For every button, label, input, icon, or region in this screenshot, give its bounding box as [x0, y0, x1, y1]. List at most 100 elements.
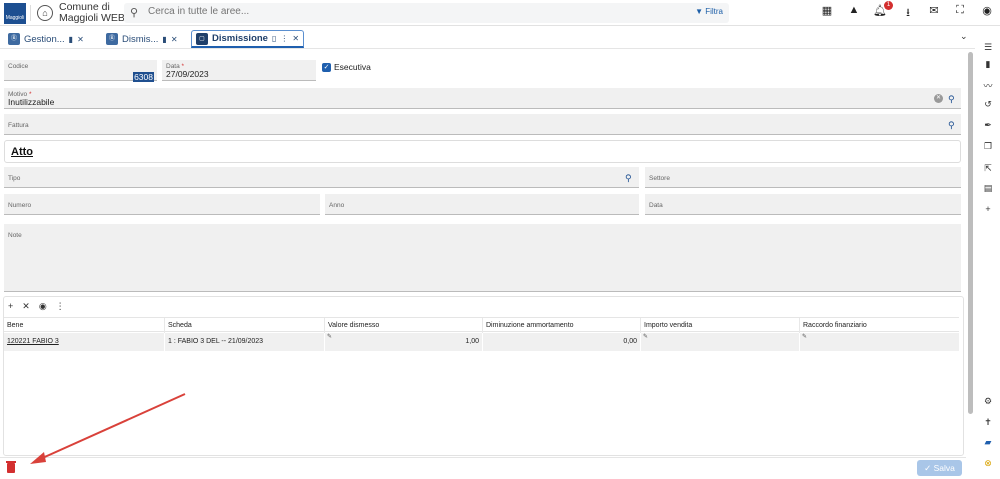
maggioli-logo[interactable]: Maggioli: [4, 3, 26, 24]
edit-icon: ✎: [327, 334, 333, 340]
tab-gestione[interactable]: Ⓑ Gestion... ▮ ✕: [4, 30, 88, 48]
grid-header: Bene Scheda Valore dismesso Diminuzione …: [4, 317, 959, 333]
column-header[interactable]: Bene: [4, 318, 164, 333]
search-input[interactable]: [148, 6, 648, 17]
more-icon[interactable]: ⋮: [56, 301, 65, 312]
eye-icon[interactable]: ◉: [39, 301, 47, 312]
help-icon[interactable]: ⊗: [981, 458, 995, 469]
trash-icon[interactable]: [6, 461, 16, 473]
valore-value: 1,00: [465, 338, 479, 345]
right-toolbar: ☰ ▮ 〰 ↺ ✒ ❐ ⇱ ▤ + ⚙ ✝ ▰ ⊗: [976, 28, 1000, 479]
bene-cell[interactable]: 120221 FABIO 3: [4, 333, 164, 351]
codice-label: Codice: [8, 63, 29, 70]
column-header[interactable]: Importo vendita: [640, 318, 799, 333]
numero-field[interactable]: Numero: [4, 194, 320, 215]
valore-cell[interactable]: ✎ 1,00: [324, 333, 482, 351]
list-icon[interactable]: ☰: [981, 42, 995, 53]
bene-link[interactable]: 120221 FABIO 3: [7, 338, 59, 345]
document-icon[interactable]: ▤: [981, 183, 995, 194]
grid-toolbar: + ✕ ◉ ⋮: [8, 301, 65, 312]
data-atto-field[interactable]: Data: [645, 194, 961, 215]
data-field[interactable]: Data * 27/09/2023: [162, 60, 316, 81]
column-header[interactable]: Diminuzione ammortamento: [482, 318, 640, 333]
column-header[interactable]: Raccordo finanziario: [799, 318, 959, 333]
divider: [30, 5, 31, 21]
app-icon: Ⓑ: [106, 33, 118, 45]
user-icon[interactable]: ◉: [980, 4, 994, 17]
chat-icon[interactable]: ▰: [981, 437, 995, 448]
search-icon[interactable]: ⚲: [948, 94, 955, 105]
add-icon[interactable]: +: [981, 204, 995, 214]
top-bar: Maggioli ⌂ Comune di Maggioli WEB ⚲ ▼ Fi…: [0, 0, 1000, 26]
grid-icon[interactable]: ▦: [820, 4, 834, 17]
table-row[interactable]: 120221 FABIO 3 1 : FABIO 3 DEL -- 21/09/…: [4, 333, 959, 351]
column-header[interactable]: Scheda: [164, 318, 324, 333]
add-icon[interactable]: +: [8, 301, 13, 312]
accessibility-icon[interactable]: ✝: [981, 417, 995, 428]
esecutiva-label: Esecutiva: [334, 62, 371, 72]
global-search[interactable]: ⚲ ▼ Filtra: [124, 3, 729, 23]
search-icon[interactable]: ⚲: [948, 120, 955, 131]
delete-row-icon[interactable]: ✕: [22, 301, 30, 312]
esecutiva-checkbox[interactable]: ✓: [322, 63, 331, 72]
tool-icon[interactable]: ✒: [981, 120, 995, 131]
notification-badge: 1: [884, 1, 893, 10]
column-header[interactable]: Valore dismesso: [324, 318, 482, 333]
motivo-value[interactable]: Inutilizzabile: [8, 97, 54, 107]
tab-label: Dismissione: [212, 33, 268, 44]
chevron-down-icon[interactable]: ⌄: [960, 31, 968, 42]
close-icon[interactable]: ✕: [77, 35, 84, 44]
bookmark-icon[interactable]: ▮: [162, 35, 166, 44]
city-hall-icon: ⌂: [37, 5, 53, 21]
app-icon: Ⓑ: [8, 33, 20, 45]
fattura-label: Fattura: [8, 122, 29, 129]
book-icon[interactable]: ▮: [981, 59, 995, 70]
note-label: Note: [8, 232, 22, 239]
gear-icon[interactable]: ⚙: [981, 396, 995, 407]
fullscreen-icon[interactable]: ⛶: [953, 4, 967, 17]
edit-icon: ✎: [802, 334, 808, 340]
search-icon: ⚲: [130, 7, 139, 19]
export-icon[interactable]: ⇱: [981, 163, 995, 174]
edit-icon: ✎: [643, 334, 649, 340]
close-icon[interactable]: ✕: [171, 35, 178, 44]
diminuzione-cell[interactable]: 0,00: [482, 333, 640, 351]
settore-field[interactable]: Settore: [645, 167, 961, 188]
motivo-field[interactable]: Motivo * Inutilizzabile ✕ ⚲: [4, 88, 961, 109]
data-atto-label: Data: [649, 202, 663, 209]
atto-title: Atto: [11, 146, 33, 158]
data-value[interactable]: 27/09/2023: [166, 69, 209, 79]
codice-value[interactable]: 6308: [133, 72, 154, 82]
fattura-field[interactable]: Fattura ⚲: [4, 114, 961, 135]
filter-button[interactable]: ▼ Filtra: [695, 7, 723, 16]
anno-field[interactable]: Anno: [325, 194, 639, 215]
settore-label: Settore: [649, 175, 670, 182]
tipo-field[interactable]: Tipo ⚲: [4, 167, 639, 188]
tab-dismis[interactable]: Ⓑ Dismis... ▮ ✕: [102, 30, 182, 48]
copy-icon[interactable]: ❐: [981, 141, 995, 152]
footer-bar: [0, 457, 966, 479]
numero-label: Numero: [8, 202, 32, 209]
raccordo-cell[interactable]: ✎: [799, 333, 959, 351]
bookmark-icon[interactable]: ▮: [69, 35, 73, 44]
save-label: Salva: [933, 463, 955, 473]
importo-cell[interactable]: ✎: [640, 333, 799, 351]
bookmark-icon[interactable]: ▯: [272, 34, 276, 43]
more-icon[interactable]: ⋮: [280, 34, 288, 43]
note-textarea[interactable]: Note: [4, 224, 961, 292]
tab-dismissione[interactable]: ▢ Dismissione ▯ ⋮ ✕: [191, 30, 305, 48]
history-icon[interactable]: ↺: [981, 99, 995, 110]
chart-line-icon[interactable]: 〰: [981, 79, 995, 92]
search-icon[interactable]: ⚲: [625, 173, 632, 184]
window-icon: ▢: [196, 32, 208, 45]
filter-label: Filtra: [705, 7, 723, 16]
clear-icon[interactable]: ✕: [934, 94, 943, 103]
warning-icon[interactable]: ▲: [847, 4, 861, 16]
scrollbar[interactable]: [968, 52, 973, 414]
codice-field[interactable]: Codice 6308: [4, 60, 157, 82]
scheda-cell[interactable]: 1 : FABIO 3 DEL -- 21/09/2023: [164, 333, 324, 351]
mail-icon[interactable]: ✉: [927, 4, 941, 17]
close-icon[interactable]: ✕: [292, 34, 299, 43]
save-button[interactable]: ✓ Salva: [917, 460, 962, 476]
download-icon[interactable]: ⭳: [901, 4, 915, 23]
